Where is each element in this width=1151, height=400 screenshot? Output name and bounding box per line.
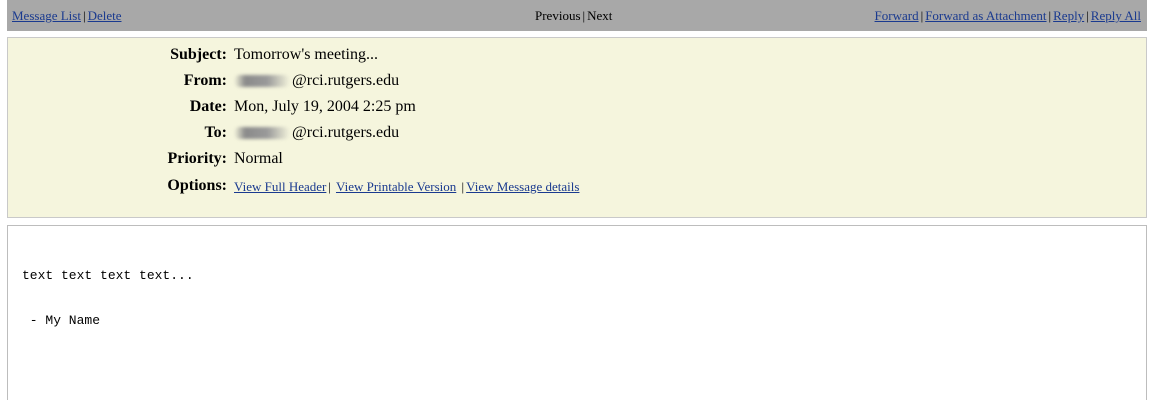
separator: | — [461, 179, 465, 194]
view-message-details-link[interactable]: View Message details — [466, 179, 579, 194]
priority-label: Priority: — [167, 150, 227, 167]
nav-right-group: Forward | Forward as Attachment | Reply | Repl… — [875, 8, 1141, 24]
from-value: @rci.rutgers.edu — [234, 72, 399, 90]
subject-row: Subject: Tomorrow's meeting... — [8, 46, 1146, 68]
redacted-username — [234, 127, 290, 140]
nav-center-group: Previous | Next — [535, 8, 612, 24]
from-row: From: @rci.rutgers.edu — [8, 72, 1146, 94]
nav-left-group: Message List | Delete — [12, 8, 122, 24]
separator: | — [328, 179, 331, 194]
reply-link[interactable]: Reply — [1053, 8, 1084, 23]
message-nav-bar: Message List | Delete Previous | Next Forwar… — [7, 0, 1147, 31]
priority-value: Normal — [234, 150, 283, 167]
options-label: Options: — [167, 177, 227, 194]
to-value: @rci.rutgers.edu — [234, 124, 399, 142]
signature-line: - My Name — [22, 313, 101, 328]
delete-link[interactable]: Delete — [88, 8, 122, 23]
subject-label: Subject: — [170, 46, 227, 63]
from-label: From: — [183, 72, 227, 89]
from-domain: @rci.rutgers.edu — [292, 72, 400, 89]
message-list-link[interactable]: Message List — [12, 8, 81, 23]
redacted-username — [234, 75, 290, 88]
separator: | — [1086, 8, 1089, 23]
separator: | — [82, 8, 86, 23]
reply-all-link[interactable]: Reply All — [1091, 8, 1141, 23]
date-label: Date: — [189, 98, 227, 115]
next-label: Next — [587, 8, 613, 23]
options-links: View Full Header | View Printable Version… — [234, 179, 579, 195]
subject-value: Tomorrow's meeting... — [234, 46, 378, 63]
forward-as-attachment-link[interactable]: Forward as Attachment — [925, 8, 1046, 23]
separator: | — [1048, 8, 1052, 23]
separator: | — [920, 8, 924, 23]
previous-label: Previous — [535, 8, 581, 23]
view-full-header-link[interactable]: View Full Header — [234, 179, 326, 194]
priority-row: Priority: Normal — [8, 150, 1146, 172]
to-row: To: @rci.rutgers.edu — [8, 124, 1146, 146]
message-header-panel: Subject: Tomorrow's meeting... From: @rc… — [7, 37, 1147, 218]
date-value: Mon, July 19, 2004 2:25 pm — [234, 98, 416, 115]
date-row: Date: Mon, July 19, 2004 2:25 pm — [8, 98, 1146, 120]
forward-link[interactable]: Forward — [875, 8, 919, 23]
message-body: text text text text... - My Name — [7, 225, 1147, 400]
separator: | — [582, 8, 586, 23]
body-line: text text text text... — [22, 268, 194, 283]
view-printable-version-link[interactable]: View Printable Version — [336, 179, 456, 194]
to-label: To: — [204, 124, 227, 141]
options-row: Options: View Full Header | View Printabl… — [8, 177, 1146, 199]
to-domain: @rci.rutgers.edu — [292, 124, 400, 141]
